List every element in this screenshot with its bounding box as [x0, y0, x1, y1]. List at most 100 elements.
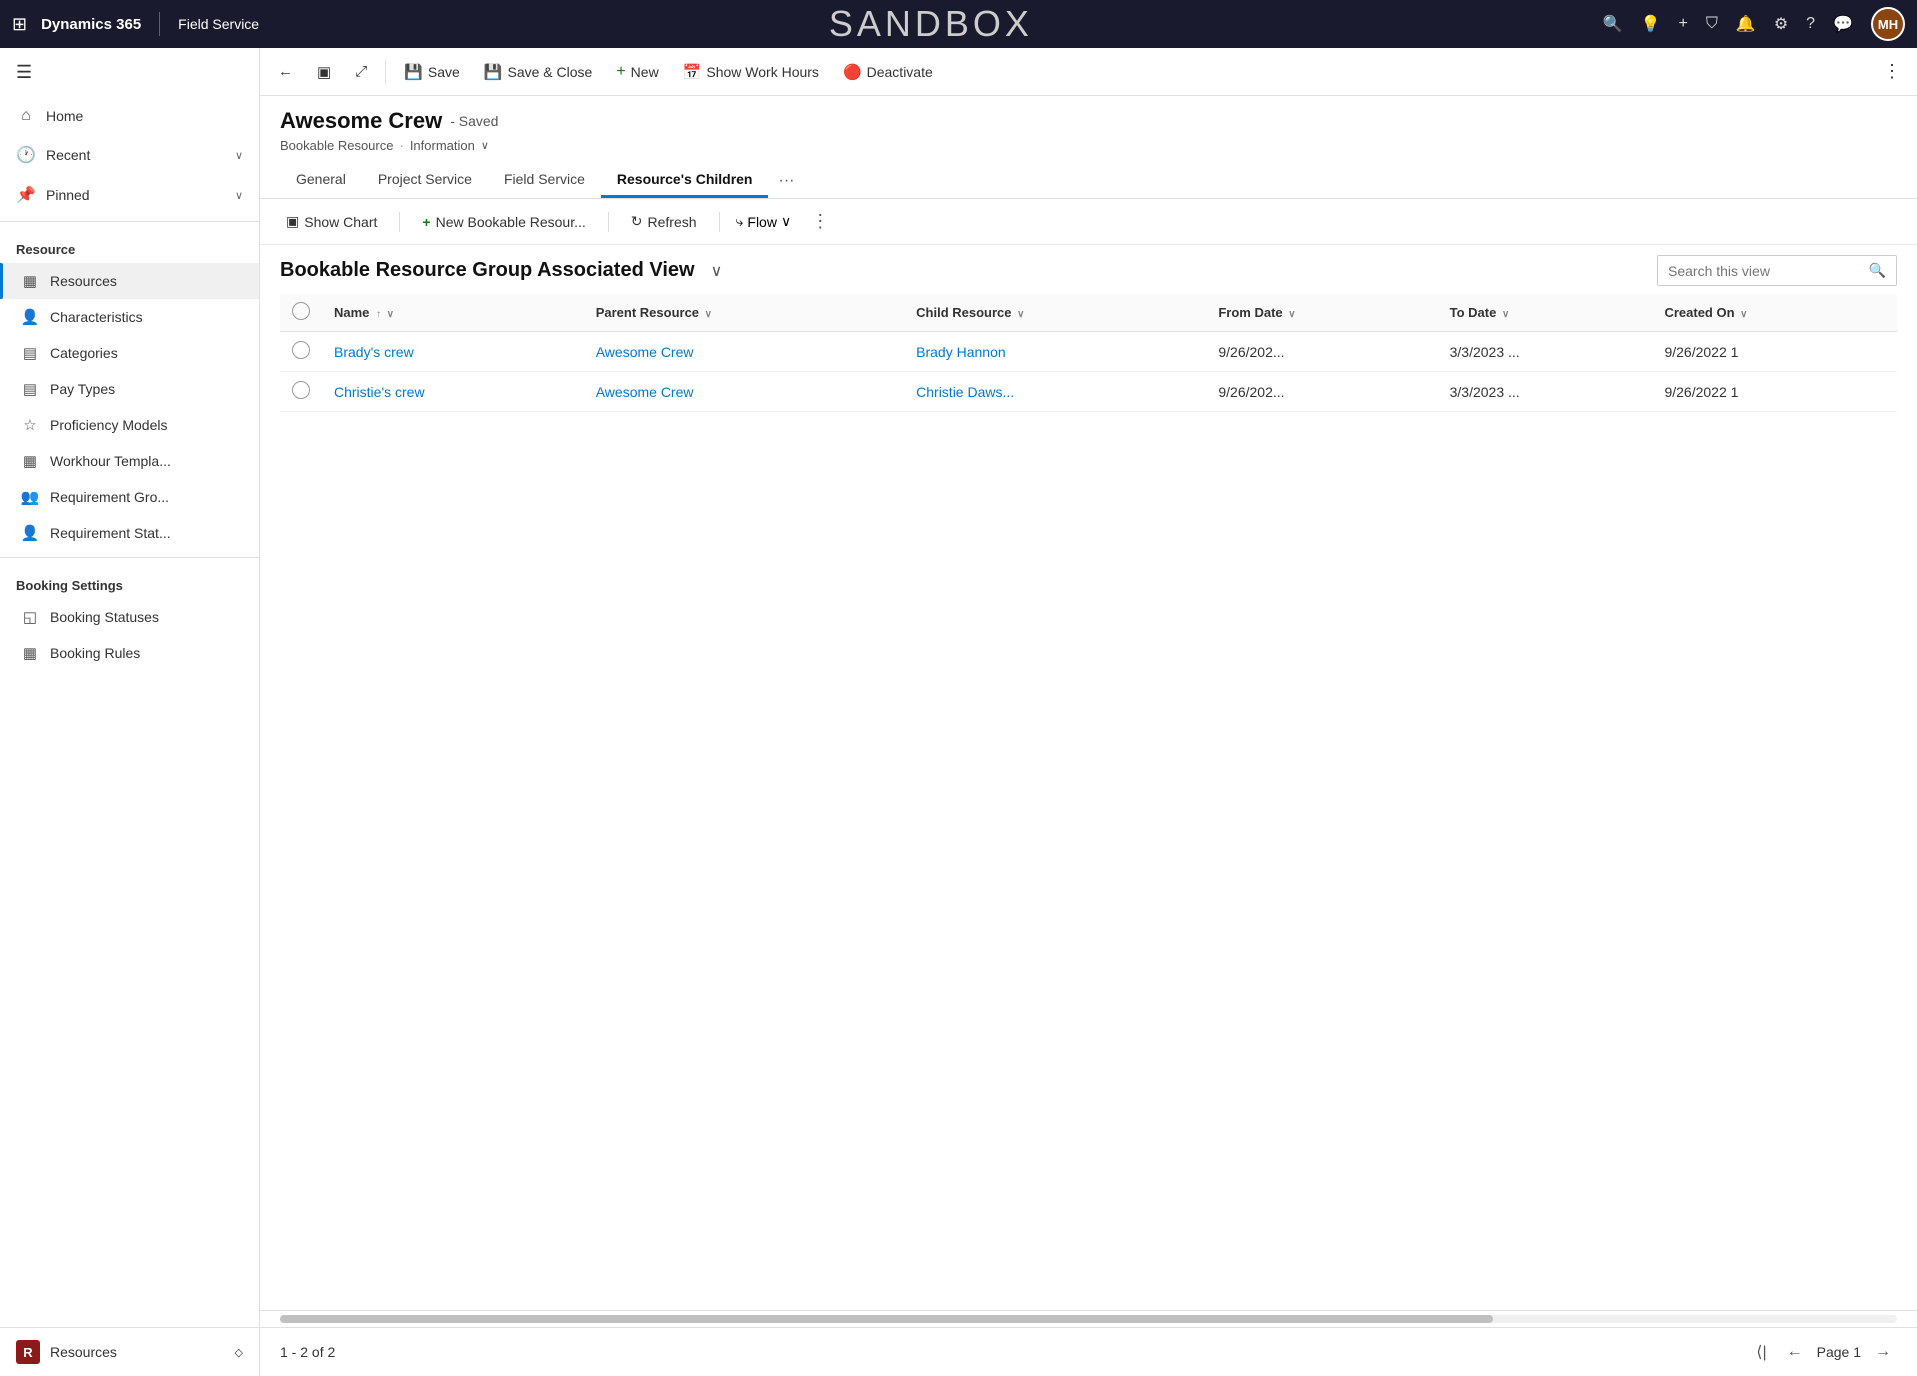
- sidebar-item-requirement-statuses[interactable]: 👤 Requirement Stat...: [0, 515, 259, 551]
- filter-icon[interactable]: ⛉: [1706, 15, 1718, 33]
- booking-statuses-icon: ◱: [20, 608, 40, 626]
- row1-name[interactable]: Brady's crew: [322, 332, 584, 372]
- record-header: Awesome Crew - Saved Bookable Resource ·…: [260, 96, 1917, 199]
- row1-checkbox-cell[interactable]: [280, 332, 322, 372]
- sidebar-bottom-resources[interactable]: R Resources ◇: [0, 1328, 259, 1376]
- sidebar-hamburger[interactable]: ☰: [0, 48, 259, 97]
- sidebar-item-pay-types[interactable]: ▤ Pay Types: [0, 371, 259, 407]
- sidebar-item-workhour-label: Workhour Templa...: [50, 453, 171, 469]
- first-page-button[interactable]: ⟨|: [1750, 1338, 1772, 1366]
- nav-divider: [159, 12, 160, 36]
- horizontal-scrollbar[interactable]: [260, 1310, 1917, 1327]
- popout-button[interactable]: ⤢: [345, 57, 377, 86]
- module-label: Field Service: [178, 16, 259, 32]
- scrollbar-thumb[interactable]: [280, 1315, 1493, 1323]
- back-button[interactable]: ←: [268, 57, 303, 86]
- col-name[interactable]: Name ↑ ∨: [322, 294, 584, 332]
- user-avatar[interactable]: MH: [1871, 7, 1905, 41]
- subgrid-new-button[interactable]: + New Bookable Resour...: [416, 210, 591, 234]
- sidebar-item-characteristics[interactable]: 👤 Characteristics: [0, 299, 259, 335]
- deactivate-button[interactable]: 🔴 Deactivate: [833, 57, 943, 87]
- flow-button[interactable]: ⤷ Flow ∨: [736, 213, 792, 230]
- record-meta: Bookable Resource · Information ∨: [280, 138, 1897, 153]
- view-chevron[interactable]: ∨: [481, 139, 489, 152]
- tab-resources-children[interactable]: Resource's Children: [601, 163, 769, 198]
- child-chevron: ∨: [1017, 309, 1024, 320]
- next-page-button[interactable]: →: [1869, 1339, 1897, 1365]
- new-button[interactable]: + New: [606, 57, 668, 87]
- sidebar-item-categories-label: Categories: [50, 345, 118, 361]
- sidebar-item-requirement-groups[interactable]: 👥 Requirement Gro...: [0, 479, 259, 515]
- tab-more-button[interactable]: ···: [768, 164, 804, 198]
- search-input[interactable]: [1658, 257, 1859, 285]
- recent-icon: 🕐: [16, 145, 36, 165]
- save-close-button[interactable]: 💾 Save & Close: [474, 57, 603, 87]
- row2-checkbox-cell[interactable]: [280, 372, 322, 412]
- sidebar-bottom: R Resources ◇: [0, 1327, 259, 1376]
- chat-icon[interactable]: 💬: [1833, 14, 1853, 34]
- row1-child-resource[interactable]: Brady Hannon: [904, 332, 1206, 372]
- refresh-button[interactable]: ↻ Refresh: [625, 209, 703, 234]
- table-row: Brady's crew Awesome Crew Brady Hannon 9…: [280, 332, 1897, 372]
- save-close-icon: 💾: [484, 63, 503, 81]
- col-created-on[interactable]: Created On ∨: [1652, 294, 1897, 332]
- record-title: Awesome Crew: [280, 108, 442, 134]
- sidebar-item-booking-rules[interactable]: ▦ Booking Rules: [0, 635, 259, 671]
- help-icon[interactable]: ?: [1806, 15, 1815, 33]
- sidebar-item-pinned-label: Pinned: [46, 187, 90, 203]
- from-date-chevron: ∨: [1288, 309, 1295, 320]
- search-box: 🔍: [1657, 255, 1897, 286]
- select-all-header[interactable]: [280, 294, 322, 332]
- show-work-hours-label: Show Work Hours: [706, 64, 819, 80]
- sidebar-item-home[interactable]: ⌂ Home: [0, 97, 259, 135]
- search-button[interactable]: 🔍: [1859, 256, 1896, 285]
- sidebar-item-recent[interactable]: 🕐 Recent ∨: [0, 135, 259, 175]
- back-icon: ←: [278, 63, 293, 80]
- search-icon[interactable]: 🔍: [1603, 14, 1623, 34]
- page-icon: ▣: [317, 63, 331, 81]
- sidebar-item-pinned[interactable]: 📌 Pinned ∨: [0, 175, 259, 215]
- sidebar-item-workhour-templates[interactable]: ▦ Workhour Templa...: [0, 443, 259, 479]
- home-icon: ⌂: [16, 107, 36, 125]
- col-parent-resource[interactable]: Parent Resource ∨: [584, 294, 904, 332]
- sidebar-item-booking-statuses[interactable]: ◱ Booking Statuses: [0, 599, 259, 635]
- show-work-hours-button[interactable]: 📅 Show Work Hours: [673, 57, 829, 87]
- col-from-date[interactable]: From Date ∨: [1206, 294, 1437, 332]
- bell-icon[interactable]: 🔔: [1736, 14, 1756, 34]
- select-all-checkbox[interactable]: [292, 302, 310, 320]
- refresh-icon: ↻: [631, 213, 643, 230]
- row1-parent-resource[interactable]: Awesome Crew: [584, 332, 904, 372]
- save-button[interactable]: 💾 Save: [394, 57, 470, 87]
- toolbar-more-button[interactable]: ⋮: [1875, 55, 1909, 88]
- subgrid-sep-2: [608, 212, 609, 232]
- req-status-icon: 👤: [20, 524, 40, 542]
- categories-icon: ▤: [20, 344, 40, 362]
- lightbulb-icon[interactable]: 💡: [1641, 14, 1661, 34]
- row1-from-date: 9/26/202...: [1206, 332, 1437, 372]
- plus-icon[interactable]: +: [1679, 15, 1688, 33]
- subgrid-more-button[interactable]: ⋮: [811, 211, 829, 232]
- gear-icon[interactable]: ⚙: [1774, 14, 1788, 34]
- page-icon-button[interactable]: ▣: [307, 57, 341, 87]
- row1-checkbox[interactable]: [292, 341, 310, 359]
- grid-view-title: Bookable Resource Group Associated View: [280, 259, 695, 282]
- row2-checkbox[interactable]: [292, 381, 310, 399]
- tab-field-service[interactable]: Field Service: [488, 163, 601, 198]
- tab-general[interactable]: General: [280, 163, 362, 198]
- sidebar-item-categories[interactable]: ▤ Categories: [0, 335, 259, 371]
- show-chart-button[interactable]: ▣ Show Chart: [280, 209, 383, 234]
- grid-view-chevron[interactable]: ∨: [711, 261, 723, 281]
- row2-child-resource[interactable]: Christie Daws...: [904, 372, 1206, 412]
- app-grid-icon[interactable]: ⊞: [12, 14, 27, 35]
- col-to-date[interactable]: To Date ∨: [1438, 294, 1653, 332]
- col-child-resource[interactable]: Child Resource ∨: [904, 294, 1206, 332]
- sidebar-item-resources[interactable]: ▦ Resources: [0, 263, 259, 299]
- sidebar-item-proficiency-models[interactable]: ☆ Proficiency Models: [0, 407, 259, 443]
- prev-page-button[interactable]: ←: [1781, 1339, 1809, 1365]
- resource-section-label: Resource: [0, 228, 259, 263]
- row2-name[interactable]: Christie's crew: [322, 372, 584, 412]
- data-table: Name ↑ ∨ Parent Resource ∨ Child Resourc…: [280, 294, 1897, 412]
- row2-parent-resource[interactable]: Awesome Crew: [584, 372, 904, 412]
- created-on-chevron: ∨: [1740, 309, 1747, 320]
- tab-project-service[interactable]: Project Service: [362, 163, 488, 198]
